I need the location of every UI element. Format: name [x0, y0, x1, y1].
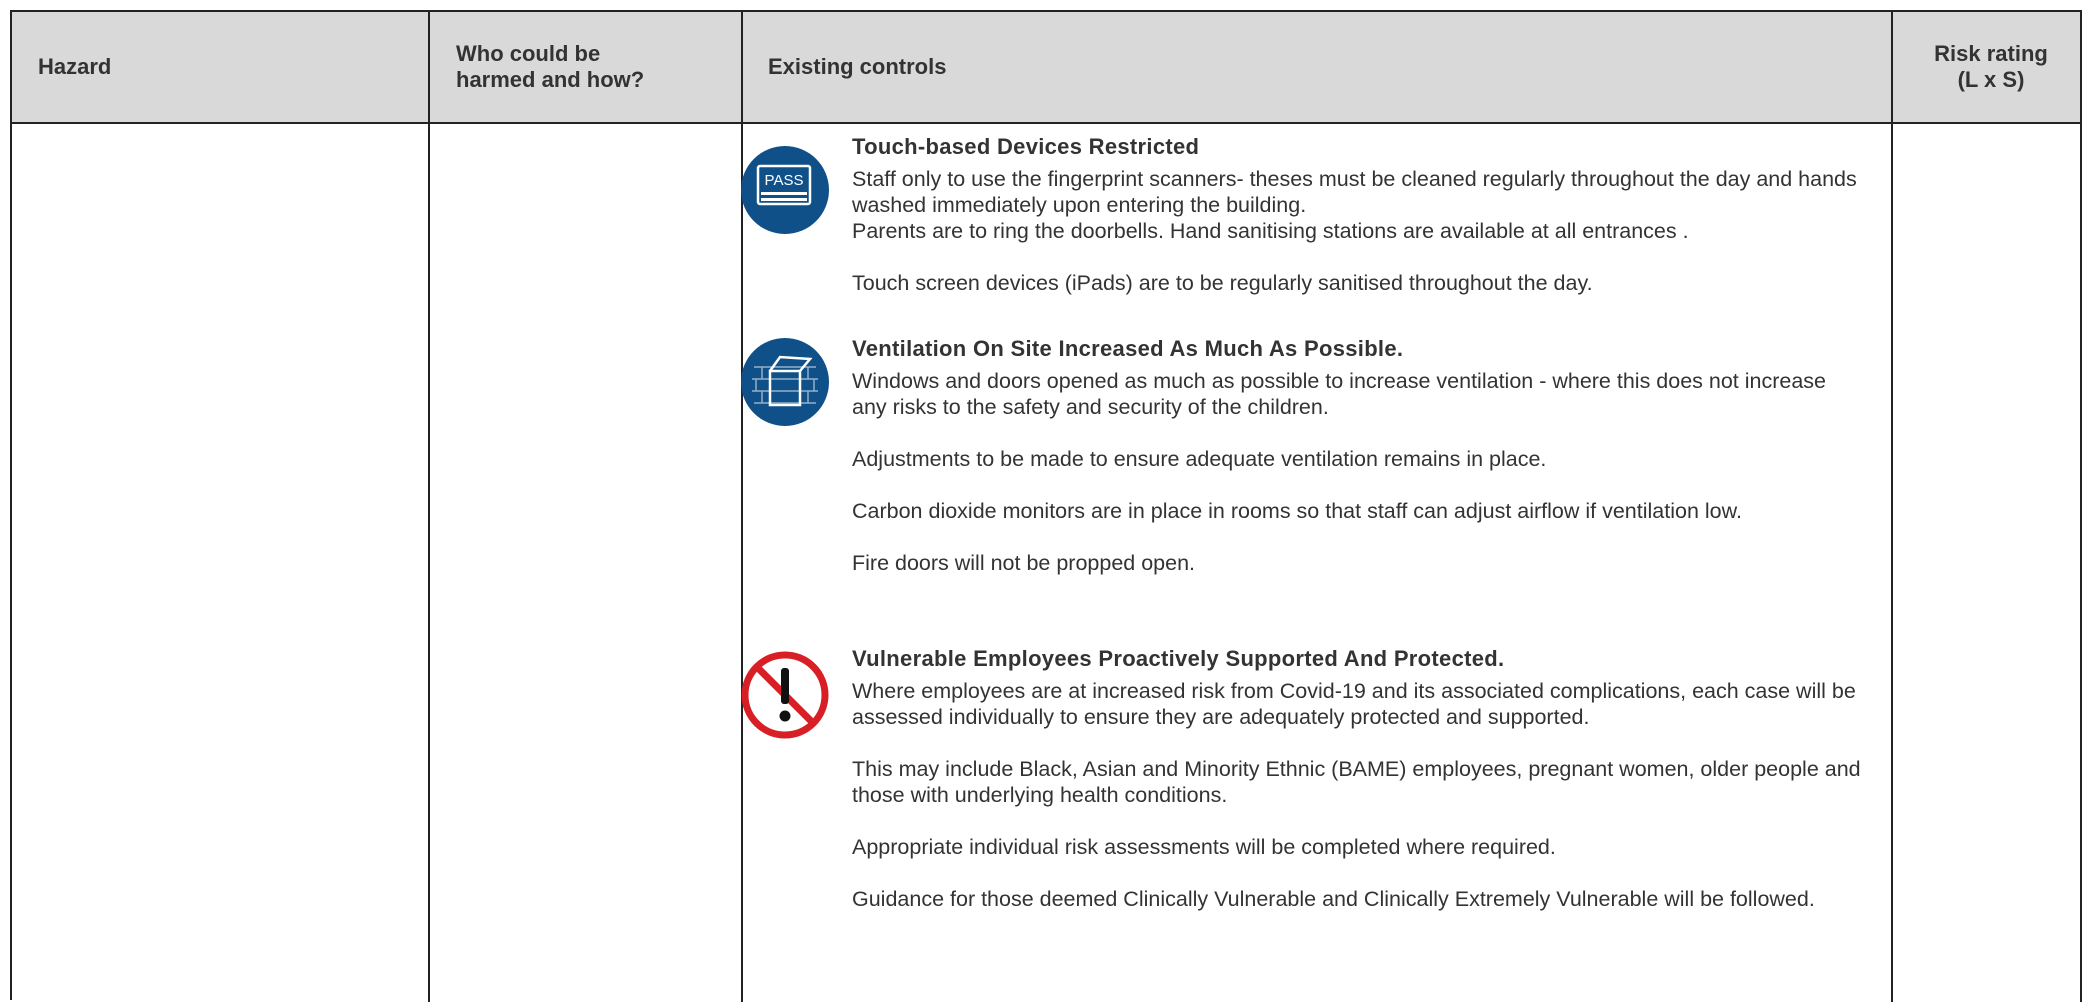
header-who-line2: harmed and how?	[456, 67, 645, 92]
column-divider	[428, 12, 430, 1002]
open-window-icon	[741, 338, 829, 426]
section-paragraph: Where employees are at increased risk fr…	[852, 679, 1856, 729]
section-title: Touch-based Devices Restricted	[852, 134, 1200, 159]
section-paragraph: Windows and doors opened as much as poss…	[852, 369, 1827, 419]
pass-icon-label: PASS	[765, 172, 804, 189]
pass-card-icon: PASS	[741, 146, 829, 234]
section-paragraph: Fire doors will not be propped open.	[852, 551, 1196, 575]
section-paragraph: Adjustments to be made to ensure adequat…	[852, 447, 1547, 471]
section-paragraph: Carbon dioxide monitors are in place in …	[852, 499, 1742, 523]
section-paragraph: Staff only to use the fingerprint scanne…	[852, 167, 1857, 217]
header-existing-controls: Existing controls	[768, 54, 947, 79]
section-paragraph: Appropriate individual risk assessments …	[852, 835, 1556, 859]
section-paragraph: Guidance for those deemed Clinically Vul…	[852, 887, 1815, 911]
header-hazard: Hazard	[38, 54, 112, 79]
control-section-touch-devices: Touch-based Devices Restricted Staff onl…	[852, 134, 1862, 296]
header-who-harmed: Who could be harmed and how?	[456, 12, 716, 122]
header-risk-line1: Risk rating	[1934, 41, 2048, 66]
header-who-line1: Who could be	[456, 41, 601, 66]
header-risk-line2: (L x S)	[1957, 67, 2025, 92]
column-divider	[1891, 12, 1893, 1002]
section-paragraph: Touch screen devices (iPads) are to be r…	[852, 271, 1593, 295]
section-title: Ventilation On Site Increased As Much As…	[852, 336, 1404, 361]
section-title: Vulnerable Employees Proactively Support…	[852, 646, 1505, 671]
section-paragraph: Parents are to ring the doorbells. Hand …	[852, 219, 1689, 243]
control-section-ventilation: Ventilation On Site Increased As Much As…	[852, 336, 1862, 576]
header-risk-rating: Risk rating (L x S)	[1898, 12, 2082, 122]
prohibited-exclamation-icon	[741, 651, 829, 739]
control-section-vulnerable-employees: Vulnerable Employees Proactively Support…	[852, 646, 1862, 912]
section-paragraph: This may include Black, Asian and Minori…	[852, 757, 1861, 807]
